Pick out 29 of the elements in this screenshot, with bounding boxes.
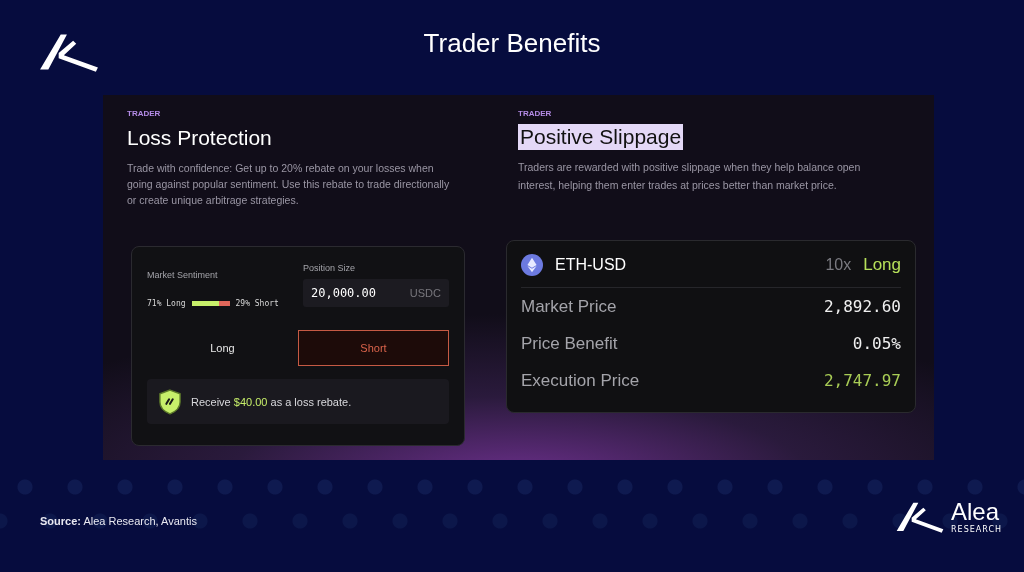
row-label: Execution Price (521, 370, 640, 391)
leverage: 10x (825, 256, 852, 274)
section-description: Trade with confidence: Get up to 20% rebate on your losses when going against popular sentiment. Use this rebate to trade directionally or create unique arbitrage strategies. (127, 161, 451, 208)
position-field[interactable]: 20,000.00 USDC (303, 279, 449, 307)
row-value: 0.05% (852, 334, 901, 353)
section-title: Loss Protection (127, 126, 273, 150)
short-share: 29% Short (235, 299, 279, 308)
slide-title: Trader Benefits (423, 28, 601, 59)
row-label: Price Benefit (521, 333, 618, 354)
ethereum-icon (521, 254, 543, 276)
position-label: Position Size (303, 263, 357, 273)
section-title: Positive Slippage (518, 124, 684, 150)
section-label: TRADER (127, 109, 162, 118)
row-value: 2,747.97 (823, 371, 901, 390)
source-note: Source: Alea Research, Avantis (40, 515, 197, 527)
side-label: Long (863, 255, 901, 275)
rebate-text: Receive $40.00 as a loss rebate. (191, 395, 352, 408)
side-button[interactable]: Long (147, 330, 298, 366)
side-button[interactable]: Short (298, 330, 449, 366)
section-label: TRADER (518, 109, 553, 118)
sentiment-label: Market Sentiment (147, 270, 218, 280)
pair-name: ETH-USD (555, 256, 628, 274)
logo-subtitle: RESEARCH (951, 524, 1002, 534)
logo-name: Alea (951, 498, 1001, 525)
shield-icon (159, 388, 181, 415)
row-label: Market Price (521, 296, 617, 317)
section-description: Traders are rewarded with positive slippage when they help balance open interest, helping them enter trades at prices better than market price. (518, 160, 862, 193)
long-share: 71% Long (147, 299, 186, 308)
row-value: 2,892.60 (823, 297, 901, 316)
